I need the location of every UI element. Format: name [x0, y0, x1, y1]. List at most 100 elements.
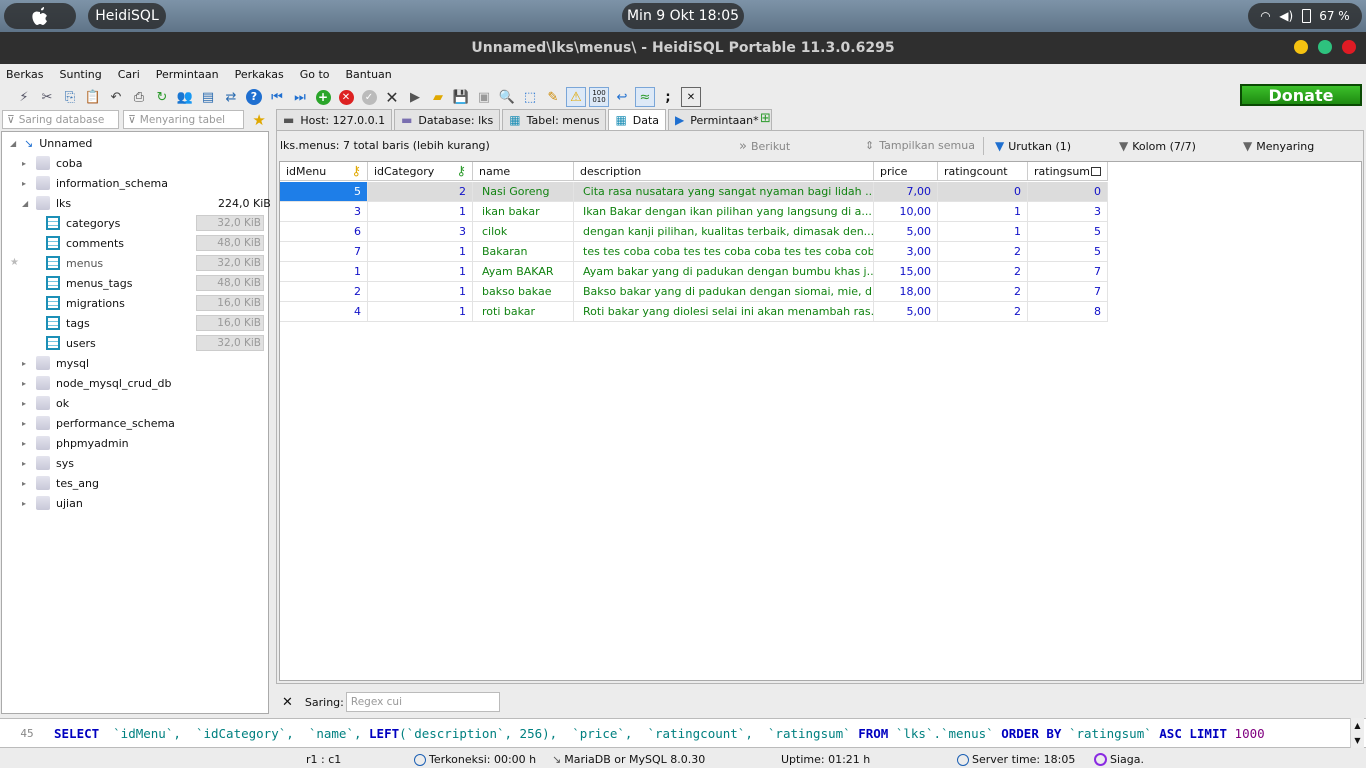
grid-cell-idmenu[interactable]: 3 [280, 202, 368, 222]
paste-icon[interactable]: 📋 [83, 87, 103, 107]
grid-cell-ratingsum[interactable]: 5 [1028, 242, 1108, 262]
insert-row-icon[interactable]: + [313, 87, 333, 107]
sql-log[interactable]: 45 SELECT `idMenu`, `idCategory`, `name`… [0, 718, 1366, 748]
grid-cell-ratingcount[interactable]: 2 [938, 302, 1028, 322]
collapse-arrow-icon[interactable]: ◢ [10, 139, 24, 148]
open-folder-icon[interactable]: ▰ [428, 87, 448, 107]
apple-menu-button[interactable] [4, 3, 76, 29]
tree-db-ujian[interactable]: ▸ ujian [22, 493, 83, 513]
last-record-icon[interactable]: ⏭ [290, 87, 310, 107]
grid-cell-description[interactable]: dengan kanji pilihan, kualitas terbaik, … [574, 222, 874, 242]
tree-table-menus-tags[interactable]: menus_tags [46, 273, 132, 293]
grid-cell-price[interactable]: 7,00 [874, 182, 938, 202]
grid-cell-ratingcount[interactable]: 1 [938, 222, 1028, 242]
format-icon[interactable]: ≈ [635, 87, 655, 107]
save-disabled-icon[interactable]: ▣ [474, 87, 494, 107]
column-header-idmenu[interactable]: idMenu ⚷ [280, 162, 368, 181]
tree-db-sys[interactable]: ▸ sys [22, 453, 74, 473]
expand-arrow-icon[interactable]: ▸ [22, 459, 36, 468]
tab-database[interactable]: ▬ Database: lks [394, 109, 501, 130]
tree-db-phpmyadmin[interactable]: ▸ phpmyadmin [22, 433, 129, 453]
grid-cell-description[interactable]: Bakso bakar yang di padukan dengan sioma… [574, 282, 874, 302]
tree-db-tes-ang[interactable]: ▸ tes_ang [22, 473, 99, 493]
grid-cell-name[interactable]: Bakaran [473, 242, 574, 262]
column-header-ratingcount[interactable]: ratingcount [938, 162, 1028, 181]
undo-icon[interactable]: ↶ [106, 87, 126, 107]
menu-item-bantuan[interactable]: Bantuan [346, 68, 392, 81]
grid-cell-idcategory[interactable]: 3 [368, 222, 473, 242]
cancel-icon[interactable]: ✕ [382, 87, 402, 107]
column-header-ratingsum[interactable]: ratingsum [1028, 162, 1108, 181]
tree-table-comments[interactable]: comments [46, 233, 124, 253]
menu-item-perkakas[interactable]: Perkakas [235, 68, 284, 81]
grid-cell-ratingcount[interactable]: 1 [938, 202, 1028, 222]
grid-cell-idcategory[interactable]: 1 [368, 242, 473, 262]
database-filter-input[interactable]: ⊽ Saring database [2, 110, 120, 129]
menu-item-sunting[interactable]: Sunting [60, 68, 102, 81]
grid-cell-name[interactable]: roti bakar [473, 302, 574, 322]
data-grid[interactable]: idMenu ⚷ idCategory ⚷ name description price ra… [279, 161, 1362, 681]
tree-db-lks[interactable]: ◢ lks 224,0 KiB [22, 193, 271, 213]
grid-cell-price[interactable]: 5,00 [874, 302, 938, 322]
tab-table[interactable]: ▦ Tabel: menus [502, 109, 607, 130]
menu-item-permintaan[interactable]: Permintaan [156, 68, 219, 81]
grid-cell-ratingsum[interactable]: 7 [1028, 262, 1108, 282]
grid-cell-ratingcount[interactable]: 0 [938, 182, 1028, 202]
expand-arrow-icon[interactable]: ▸ [22, 379, 36, 388]
column-header-description[interactable]: description [574, 162, 874, 181]
grid-cell-name[interactable]: cilok [473, 222, 574, 242]
tree-db-performance-schema[interactable]: ▸ performance_schema [22, 413, 175, 433]
grid-cell-name[interactable]: bakso bakae [473, 282, 574, 302]
grid-cell-idmenu[interactable]: 6 [280, 222, 368, 242]
expand-arrow-icon[interactable]: ▸ [22, 159, 36, 168]
tree-table-tags[interactable]: tags [46, 313, 90, 333]
menu-item-go-to[interactable]: Go to [300, 68, 330, 81]
grid-cell-description[interactable]: Cita rasa nusatara yang sangat nyaman ba… [574, 182, 874, 202]
tree-db-node-mysql-crud-db[interactable]: ▸ node_mysql_crud_db [22, 373, 171, 393]
expand-arrow-icon[interactable]: ▸ [22, 419, 36, 428]
grid-cell-ratingcount[interactable]: 2 [938, 282, 1028, 302]
column-header-price[interactable]: price [874, 162, 938, 181]
tree-db-information_schema[interactable]: ▸ information_schema [22, 173, 168, 193]
help-icon[interactable]: ? [244, 87, 264, 107]
column-header-name[interactable]: name [473, 162, 574, 181]
post-icon[interactable]: ✓ [359, 87, 379, 107]
grid-cell-ratingsum[interactable]: 8 [1028, 302, 1108, 322]
grid-cell-ratingsum[interactable]: 3 [1028, 202, 1108, 222]
grid-cell-idcategory[interactable]: 1 [368, 202, 473, 222]
app-pill[interactable]: HeidiSQL [88, 3, 166, 29]
sort-button[interactable]: ▼ Urutkan (1) [995, 139, 1071, 153]
grid-cell-idcategory[interactable]: 1 [368, 262, 473, 282]
grid-cell-price[interactable]: 10,00 [874, 202, 938, 222]
grid-cell-idmenu[interactable]: 4 [280, 302, 368, 322]
grid-cell-ratingsum[interactable]: 5 [1028, 222, 1108, 242]
desktop-clock[interactable]: Min 9 Okt 18:05 [622, 3, 744, 29]
menu-item-berkas[interactable]: Berkas [6, 68, 44, 81]
grid-cell-idcategory[interactable]: 1 [368, 302, 473, 322]
close-tab-icon[interactable]: ✕ [681, 87, 701, 107]
tree-table-users[interactable]: users [46, 333, 96, 353]
grid-cell-idmenu[interactable]: 1 [280, 262, 368, 282]
tab-query[interactable]: ▶ Permintaan* [668, 109, 772, 130]
refresh-icon[interactable]: ↻ [152, 87, 172, 107]
tree-table-migrations[interactable]: migrations [46, 293, 125, 313]
tree-table-menus[interactable]: menus [46, 253, 103, 273]
grid-cell-description[interactable]: Ayam bakar yang di padukan dengan bumbu … [574, 262, 874, 282]
delete-row-icon[interactable]: ✕ [336, 87, 356, 107]
expand-arrow-icon[interactable]: ▸ [22, 499, 36, 508]
semicolon-icon[interactable]: ; [658, 87, 678, 107]
search-input[interactable]: Regex cui [345, 692, 500, 712]
grid-cell-name[interactable]: Ayam BAKAR [473, 262, 574, 282]
expand-arrow-icon[interactable]: ▸ [22, 479, 36, 488]
grid-cell-idmenu[interactable]: 7 [280, 242, 368, 262]
minimize-button[interactable] [1294, 40, 1308, 54]
find-icon[interactable]: 🔍 [497, 87, 517, 107]
grid-cell-description[interactable]: Ikan Bakar dengan ikan pilihan yang lang… [574, 202, 874, 222]
show-all-button[interactable]: ⇕ Tampilkan semua [865, 139, 975, 152]
new-query-tab-icon[interactable]: ⊞ [760, 111, 771, 126]
grid-cell-price[interactable]: 15,00 [874, 262, 938, 282]
tree-db-mysql[interactable]: ▸ mysql [22, 353, 89, 373]
warning-icon[interactable]: ⚠ [566, 87, 586, 107]
maximize-button[interactable] [1318, 40, 1332, 54]
expand-arrow-icon[interactable]: ▸ [22, 399, 36, 408]
